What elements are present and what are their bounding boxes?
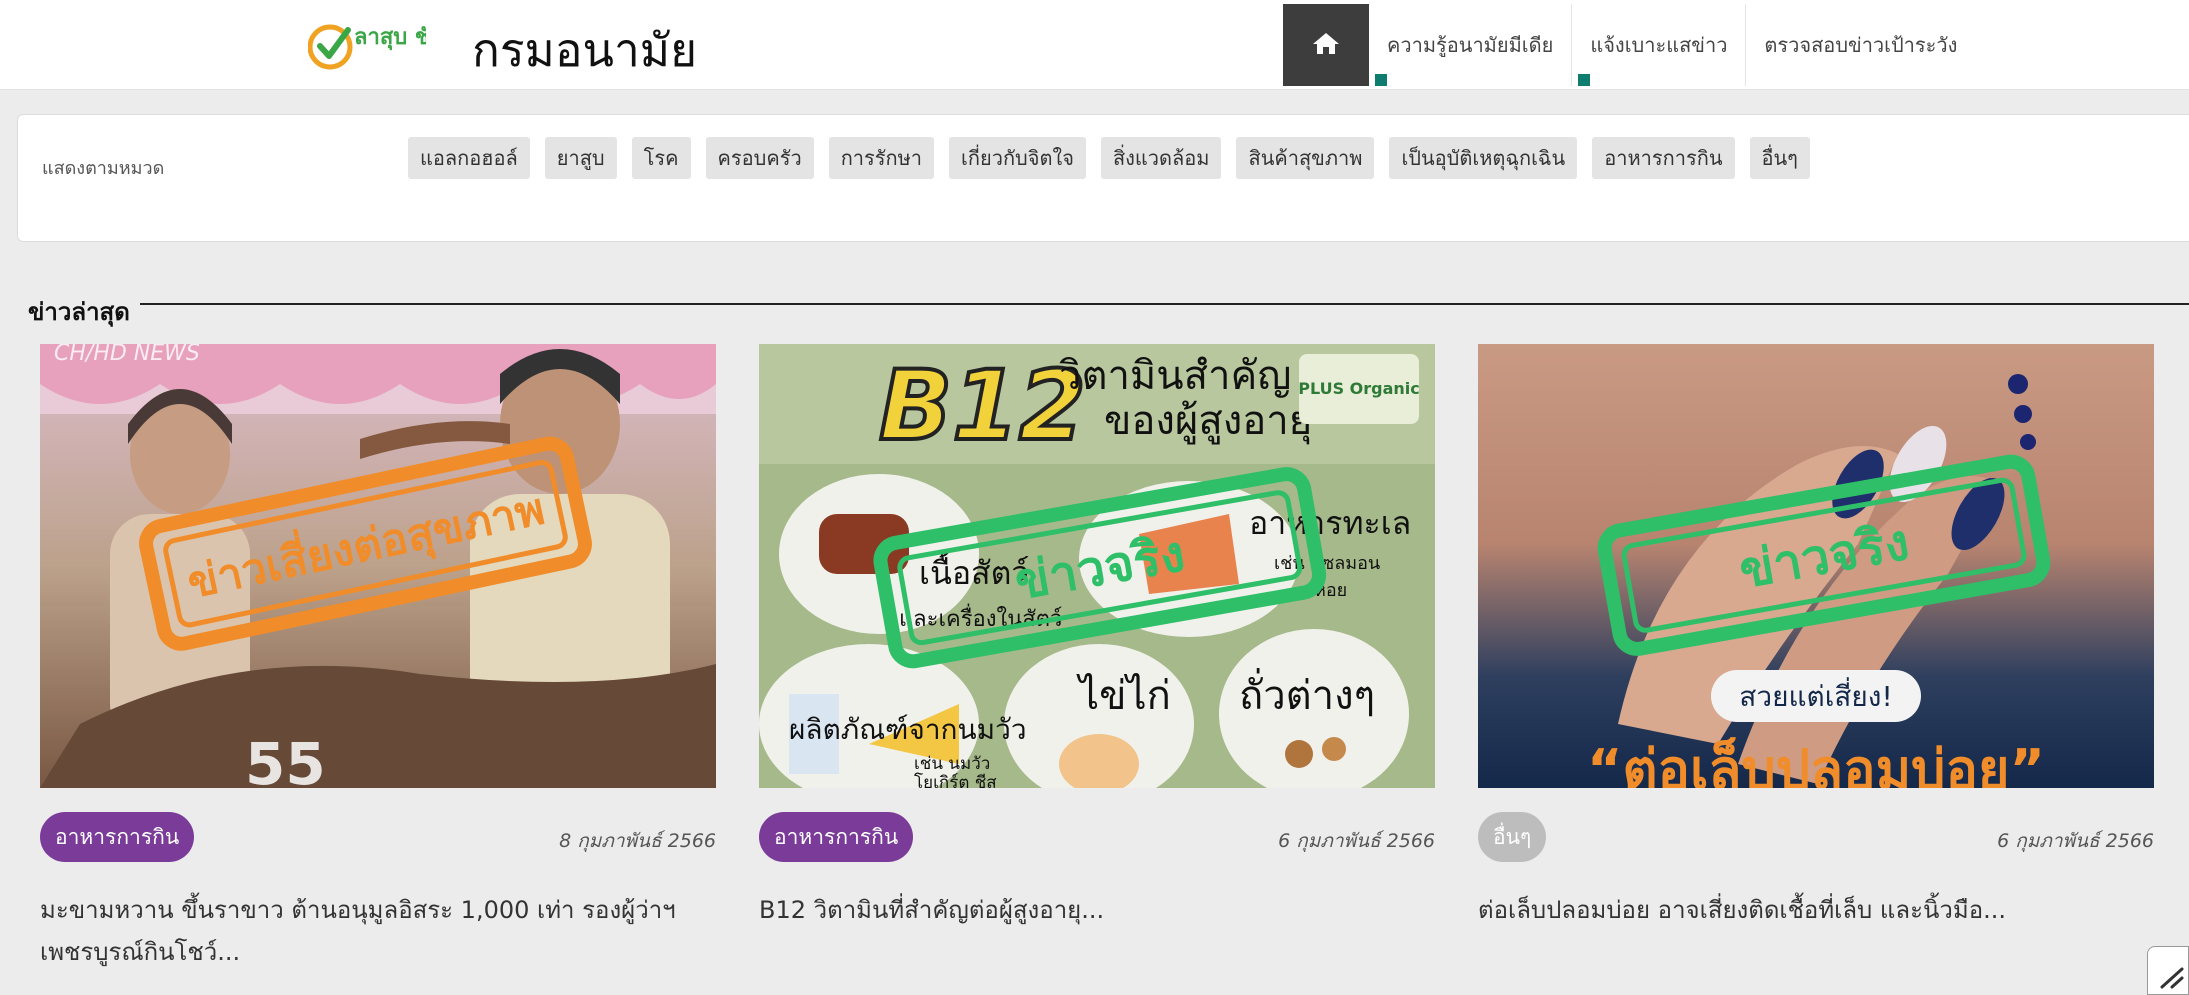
post-date: 6 กุมภาพันธ์ 2566 <box>1997 830 2154 852</box>
svg-text:PLUS Organic: PLUS Organic <box>1298 379 1420 398</box>
post-date: 6 กุมภาพันธ์ 2566 <box>1278 830 1435 852</box>
svg-text:ไข่ไก่: ไข่ไก่ <box>1076 673 1171 719</box>
nav-item-label: แจ้งเบาะแสข่าว <box>1590 33 1728 57</box>
category-filter-panel: แสดงตามหมวด แอลกอฮอล์ ยาสูบ โรค ครอบครัว… <box>17 114 2189 242</box>
svg-text:ของผู้สูงอายุ: ของผู้สูงอายุ <box>1104 398 1312 445</box>
svg-text:55: 55 <box>245 730 326 788</box>
category-badge[interactable]: อาหารการกิน <box>759 812 914 862</box>
site-logo[interactable]: ลาสุบ ชัวร์ <box>307 16 454 78</box>
category-chip-family[interactable]: ครอบครัว <box>705 137 814 179</box>
news-title[interactable]: มะขามหวาน ขึ้นราขาว ต้านอนุมูลอิสระ 1,00… <box>40 889 716 973</box>
svg-text:ลาสุบ ชัวร์: ลาสุบ ชัวร์ <box>354 24 426 51</box>
nav-item-label: ตรวจสอบข่าวเป้าระวัง <box>1764 33 1958 57</box>
filter-label: แสดงตามหมวด <box>42 158 165 179</box>
nav-indicator <box>1375 74 1387 86</box>
svg-text:CH/HD NEWS: CH/HD NEWS <box>54 344 200 366</box>
svg-text:B12: B12 <box>879 350 1086 462</box>
site-header: ลาสุบ ชัวร์ กรมอนามัย ความรู้อนามัยมีเดี… <box>0 0 2189 90</box>
category-chip-alcohol[interactable]: แอลกอฮอล์ <box>408 137 530 179</box>
svg-text:เช่น แซลมอน: เช่น แซลมอน <box>1274 553 1380 574</box>
site-title: กรมอนามัย <box>472 23 698 77</box>
home-icon <box>1312 31 1340 59</box>
category-chips: แอลกอฮอล์ ยาสูบ โรค ครอบครัว การรักษา เก… <box>408 137 1810 179</box>
category-chip-mental[interactable]: เกี่ยวกับจิตใจ <box>949 137 1086 179</box>
category-chip-food[interactable]: อาหารการกิน <box>1592 137 1735 179</box>
category-badge[interactable]: อื่นๆ <box>1478 812 1547 862</box>
nav-item-media[interactable]: ความรู้อนามัยมีเดีย <box>1369 4 1573 86</box>
category-badge[interactable]: อาหารการกิน <box>40 812 195 862</box>
nav-item-report[interactable]: แจ้งเบาะแสข่าว <box>1572 4 1747 86</box>
news-title[interactable]: ต่อเล็บปลอมบ่อย อาจเสี่ยงติดเชื้อที่เล็บ… <box>1478 889 2154 931</box>
svg-text:โยเกิร์ต ชีส: โยเกิร์ต ชีส <box>914 772 997 788</box>
nav-home-button[interactable] <box>1283 4 1369 86</box>
news-image[interactable]: B12 วิตามินสำคัญ ของผู้สูงอายุ PLUS Orga… <box>759 344 1435 788</box>
svg-text:เช่น นมวัว: เช่น นมวัว <box>914 754 990 774</box>
news-image[interactable]: CH/HD NEWS ข่าวเสี่ยงต่อสุขภาพ 55 <box>40 344 716 788</box>
nav-item-check-news[interactable]: ตรวจสอบข่าวเป้าระวัง <box>1746 4 1975 86</box>
svg-text:วิตามินสำคัญ: วิตามินสำคัญ <box>1059 353 1291 399</box>
category-chip-other[interactable]: อื่นๆ <box>1749 137 1810 179</box>
news-image[interactable]: ข่าวจริง สวยแต่เสี่ยง! “ต่อเล็บปลอมบ่อย” <box>1478 344 2154 788</box>
resize-handle[interactable] <box>2147 946 2189 995</box>
category-chip-emergency[interactable]: เป็นอุบัติเหตุฉุกเฉิน <box>1389 137 1578 179</box>
resize-icon <box>2148 967 2188 995</box>
category-chip-environment[interactable]: สิ่งแวดล้อม <box>1100 137 1222 179</box>
svg-text:สวยแต่เสี่ยง!: สวยแต่เสี่ยง! <box>1739 677 1892 713</box>
page: { "header": { "logo_text": "ลาสุบ ชัวร์"… <box>0 0 2189 995</box>
nav-indicator <box>1578 74 1591 86</box>
category-chip-health-products[interactable]: สินค้าสุขภาพ <box>1236 137 1375 179</box>
category-chip-treatment[interactable]: การรักษา <box>828 137 935 179</box>
heading-divider <box>140 303 2189 305</box>
news-title[interactable]: B12 วิตามินที่สำคัญต่อผู้สูงอายุ... <box>759 889 1435 931</box>
svg-text:“ต่อเล็บปลอมบ่อย”: “ต่อเล็บปลอมบ่อย” <box>1587 738 2045 788</box>
svg-text:อาหารทะเล: อาหารทะเล <box>1249 504 1411 542</box>
svg-text:ผลิตภัณฑ์จากนมวัว: ผลิตภัณฑ์จากนมวัว <box>789 713 1027 746</box>
svg-text:ถั่วต่างๆ: ถั่วต่างๆ <box>1239 668 1375 719</box>
category-chip-tobacco[interactable]: ยาสูบ <box>544 137 617 179</box>
post-date: 8 กุมภาพันธ์ 2566 <box>559 830 716 852</box>
latest-news-heading: ข่าวล่าสุด <box>28 298 130 326</box>
main-nav: ความรู้อนามัยมีเดีย แจ้งเบาะแสข่าว ตรวจส… <box>1283 4 1975 86</box>
category-chip-disease[interactable]: โรค <box>631 137 691 179</box>
nav-item-label: ความรู้อนามัยมีเดีย <box>1387 33 1554 57</box>
